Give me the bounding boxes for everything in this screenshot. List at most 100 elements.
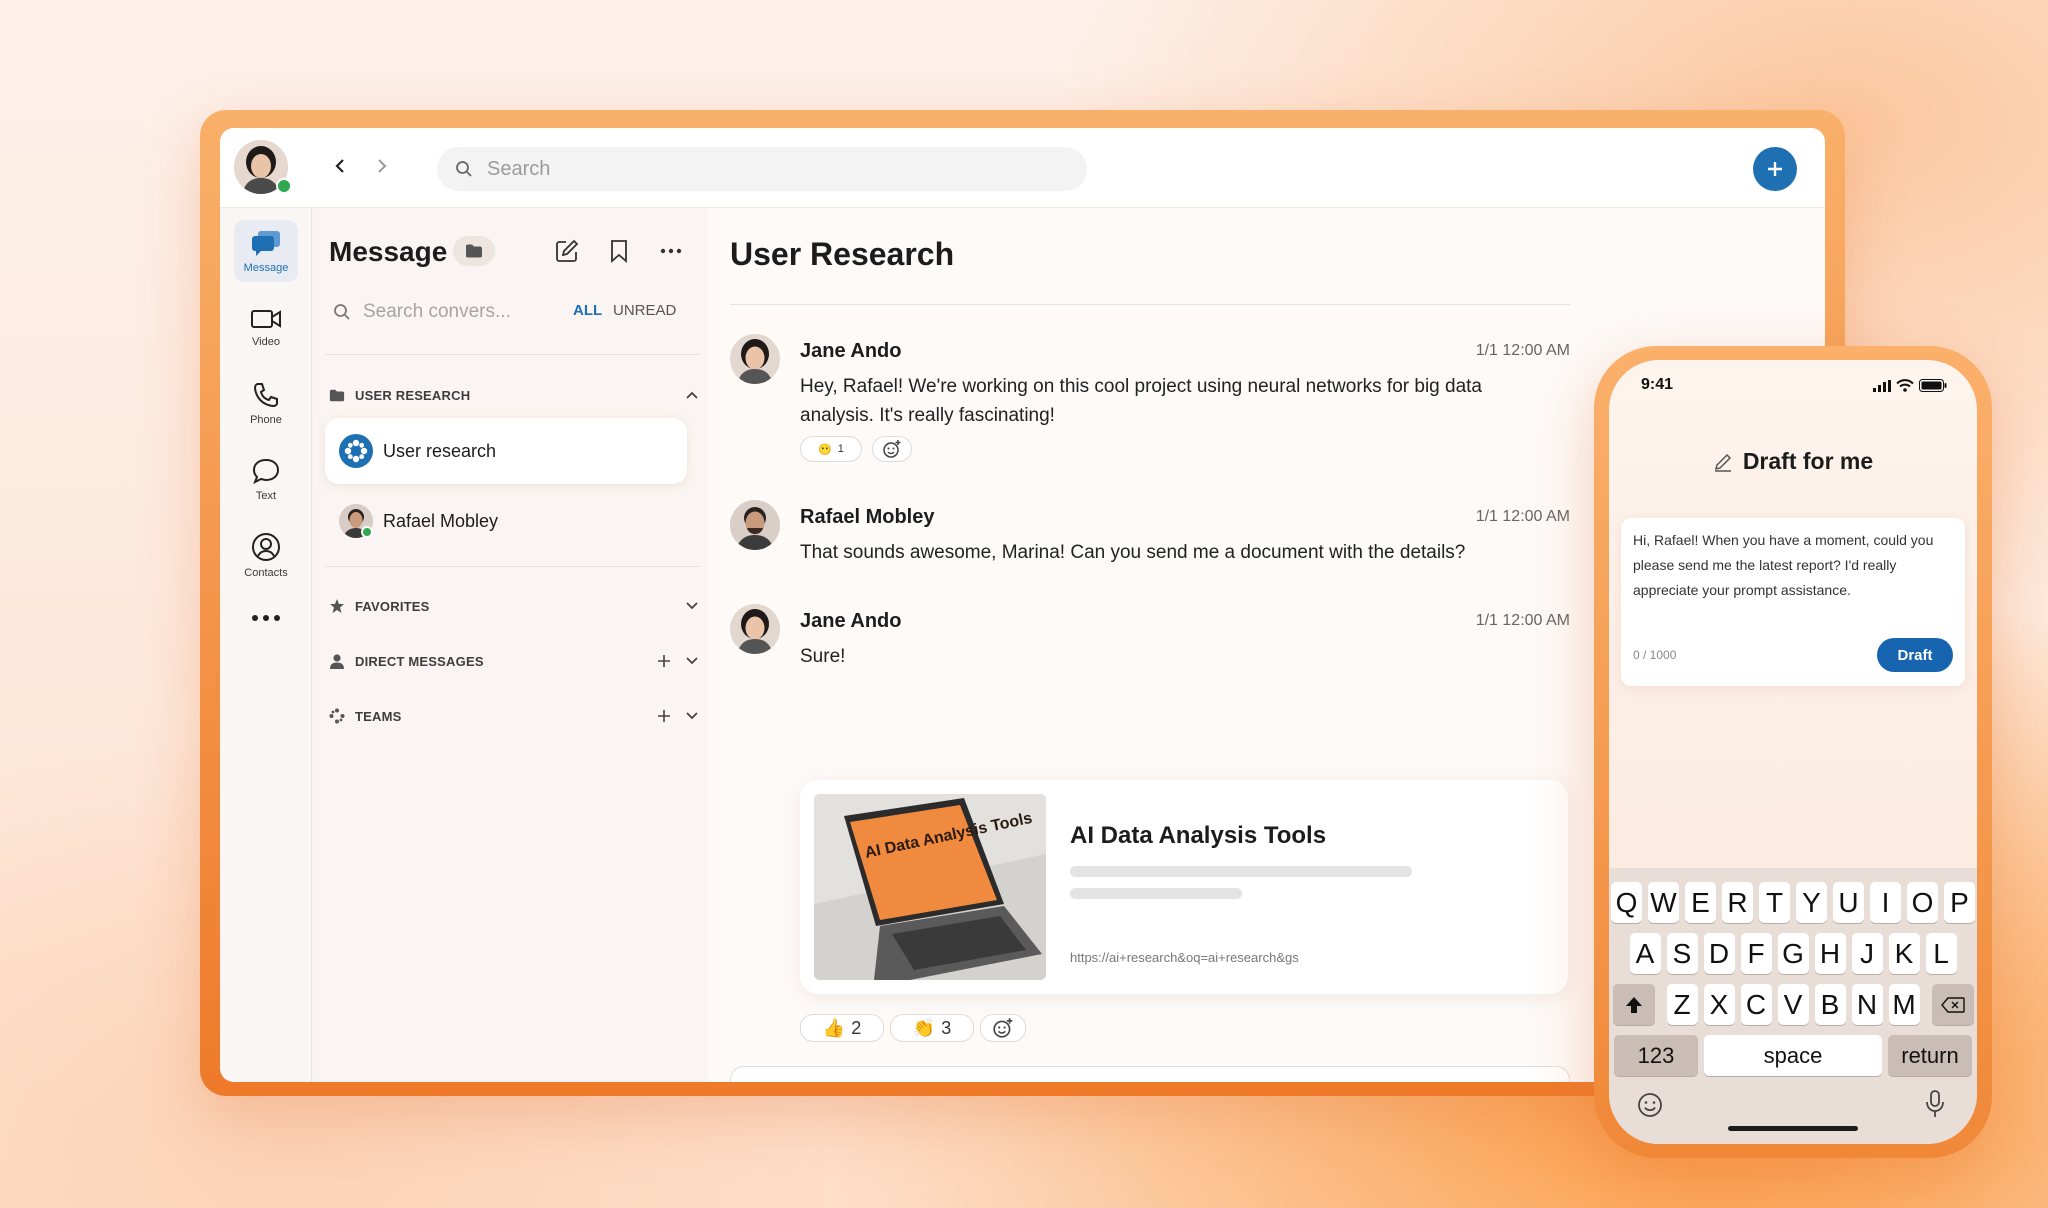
compose-button[interactable]: [553, 237, 581, 265]
filter-all[interactable]: ALL: [573, 302, 602, 319]
link-preview-image: AI Data Analysis Tools: [814, 794, 1046, 980]
avatar: [730, 500, 780, 550]
rail-item-contacts[interactable]: Contacts: [234, 524, 298, 586]
key-l[interactable]: L: [1925, 933, 1957, 974]
message-input[interactable]: [745, 1081, 1445, 1082]
message-text: Sure!: [800, 646, 846, 667]
keyboard-row-4: 123 space return: [1609, 1035, 1977, 1076]
folder-button[interactable]: [453, 236, 495, 266]
conversation-item-user-research[interactable]: User research: [325, 418, 687, 484]
section-favorites[interactable]: FAVORITES: [329, 591, 699, 621]
delete-key[interactable]: [1931, 984, 1974, 1025]
video-camera-icon: [251, 309, 281, 328]
reaction-emoji: 😶: [818, 443, 832, 456]
backspace-icon: [1940, 996, 1965, 1013]
draft-textarea[interactable]: Hi, Rafael! When you have a moment, coul…: [1633, 528, 1955, 603]
chevron-down-icon[interactable]: [685, 656, 699, 666]
key-g[interactable]: G: [1777, 933, 1809, 974]
key-c[interactable]: C: [1740, 984, 1772, 1025]
desktop-app-window: Message Video Phone Text Contacts Messag…: [220, 128, 1825, 1082]
rail-item-text[interactable]: Text: [234, 448, 298, 510]
key-j[interactable]: J: [1851, 933, 1883, 974]
key-k[interactable]: K: [1888, 933, 1920, 974]
conversation-name: Rafael Mobley: [383, 510, 499, 531]
key-h[interactable]: H: [1814, 933, 1846, 974]
plus-icon[interactable]: [657, 709, 671, 723]
dictation-mic-icon[interactable]: [1925, 1090, 1945, 1118]
shift-key[interactable]: [1612, 984, 1655, 1025]
add-reaction-button[interactable]: [872, 436, 912, 462]
message-timestamp: 1/1 12:00 AM: [1475, 612, 1570, 629]
key-s[interactable]: S: [1666, 933, 1698, 974]
draft-header: Draft for me: [1609, 448, 1977, 475]
message-text: Hey, Rafael! We're working on this cool …: [800, 376, 1482, 426]
key-y[interactable]: Y: [1796, 882, 1827, 923]
link-preview-url[interactable]: https://ai+research&oq=ai+research&gs: [1070, 950, 1299, 965]
emoji-keyboard-icon[interactable]: [1637, 1092, 1663, 1118]
key-u[interactable]: U: [1833, 882, 1864, 923]
reaction-count: 2: [851, 1017, 862, 1038]
key-m[interactable]: M: [1888, 984, 1920, 1025]
global-search-bar[interactable]: [437, 147, 1087, 191]
plus-icon[interactable]: [657, 654, 671, 668]
wifi-icon: [1896, 379, 1914, 392]
rail-item-video[interactable]: Video: [234, 296, 298, 358]
navigation-rail: Message Video Phone Text Contacts: [220, 208, 312, 1082]
chevron-down-icon[interactable]: [685, 601, 699, 611]
rail-item-message[interactable]: Message: [234, 220, 298, 282]
key-d[interactable]: D: [1703, 933, 1735, 974]
reaction-pill[interactable]: 👍 2: [800, 1014, 884, 1042]
conversation-search-input[interactable]: [363, 298, 543, 326]
link-preview-card[interactable]: AI Data Analysis Tools AI Data Analysis …: [800, 780, 1568, 994]
key-o[interactable]: O: [1907, 882, 1938, 923]
key-z[interactable]: Z: [1666, 984, 1698, 1025]
reaction-pill[interactable]: 👏 3: [890, 1014, 974, 1042]
conversation-item-rafael-mobley[interactable]: Rafael Mobley: [325, 488, 687, 554]
global-search-input[interactable]: [487, 147, 1067, 191]
key-a[interactable]: A: [1629, 933, 1661, 974]
key-x[interactable]: X: [1703, 984, 1735, 1025]
divider: [325, 354, 700, 355]
conversation-panel: Message ALL UNREAD USER RESEARCH User re…: [313, 208, 708, 1082]
section-user-research[interactable]: USER RESEARCH: [329, 380, 699, 410]
key-q[interactable]: Q: [1611, 882, 1642, 923]
phone-device-frame: 9:41 Draft for me Hi, Rafael! When you h…: [1594, 346, 1992, 1158]
chevron-down-icon[interactable]: [685, 711, 699, 721]
panel-title: Message: [329, 236, 448, 267]
reaction-pill[interactable]: 😶 1: [800, 436, 862, 462]
bookmark-button[interactable]: [605, 237, 633, 265]
rail-more-button[interactable]: [234, 598, 298, 638]
add-reaction-button[interactable]: [980, 1014, 1026, 1042]
return-key[interactable]: return: [1888, 1035, 1972, 1076]
key-n[interactable]: N: [1851, 984, 1883, 1025]
home-indicator: [1728, 1126, 1858, 1131]
draft-button[interactable]: Draft: [1877, 638, 1953, 672]
numbers-key[interactable]: 123: [1614, 1035, 1698, 1076]
key-f[interactable]: F: [1740, 933, 1772, 974]
section-direct-messages[interactable]: DIRECT MESSAGES: [329, 646, 699, 676]
key-e[interactable]: E: [1685, 882, 1716, 923]
key-v[interactable]: V: [1777, 984, 1809, 1025]
divider: [325, 566, 700, 567]
back-button[interactable]: [326, 152, 354, 180]
key-p[interactable]: P: [1944, 882, 1975, 923]
chevron-up-icon[interactable]: [685, 390, 699, 400]
reaction-emoji: 👏: [912, 1017, 936, 1038]
message-author: Jane Ando: [800, 610, 902, 632]
new-action-button[interactable]: [1753, 147, 1797, 191]
panel-more-button[interactable]: [657, 237, 685, 265]
forward-button[interactable]: [368, 152, 396, 180]
folder-icon: [466, 244, 482, 258]
key-t[interactable]: T: [1759, 882, 1790, 923]
rail-item-phone[interactable]: Phone: [234, 372, 298, 434]
filter-unread[interactable]: UNREAD: [613, 302, 676, 319]
key-w[interactable]: W: [1648, 882, 1679, 923]
key-i[interactable]: I: [1870, 882, 1901, 923]
group-channel-icon: [339, 434, 373, 468]
space-key[interactable]: space: [1704, 1035, 1882, 1076]
key-r[interactable]: R: [1722, 882, 1753, 923]
section-teams[interactable]: TEAMS: [329, 701, 699, 731]
key-b[interactable]: B: [1814, 984, 1846, 1025]
rail-label-message: Message: [243, 261, 289, 274]
conversation-search[interactable]: [329, 294, 549, 330]
